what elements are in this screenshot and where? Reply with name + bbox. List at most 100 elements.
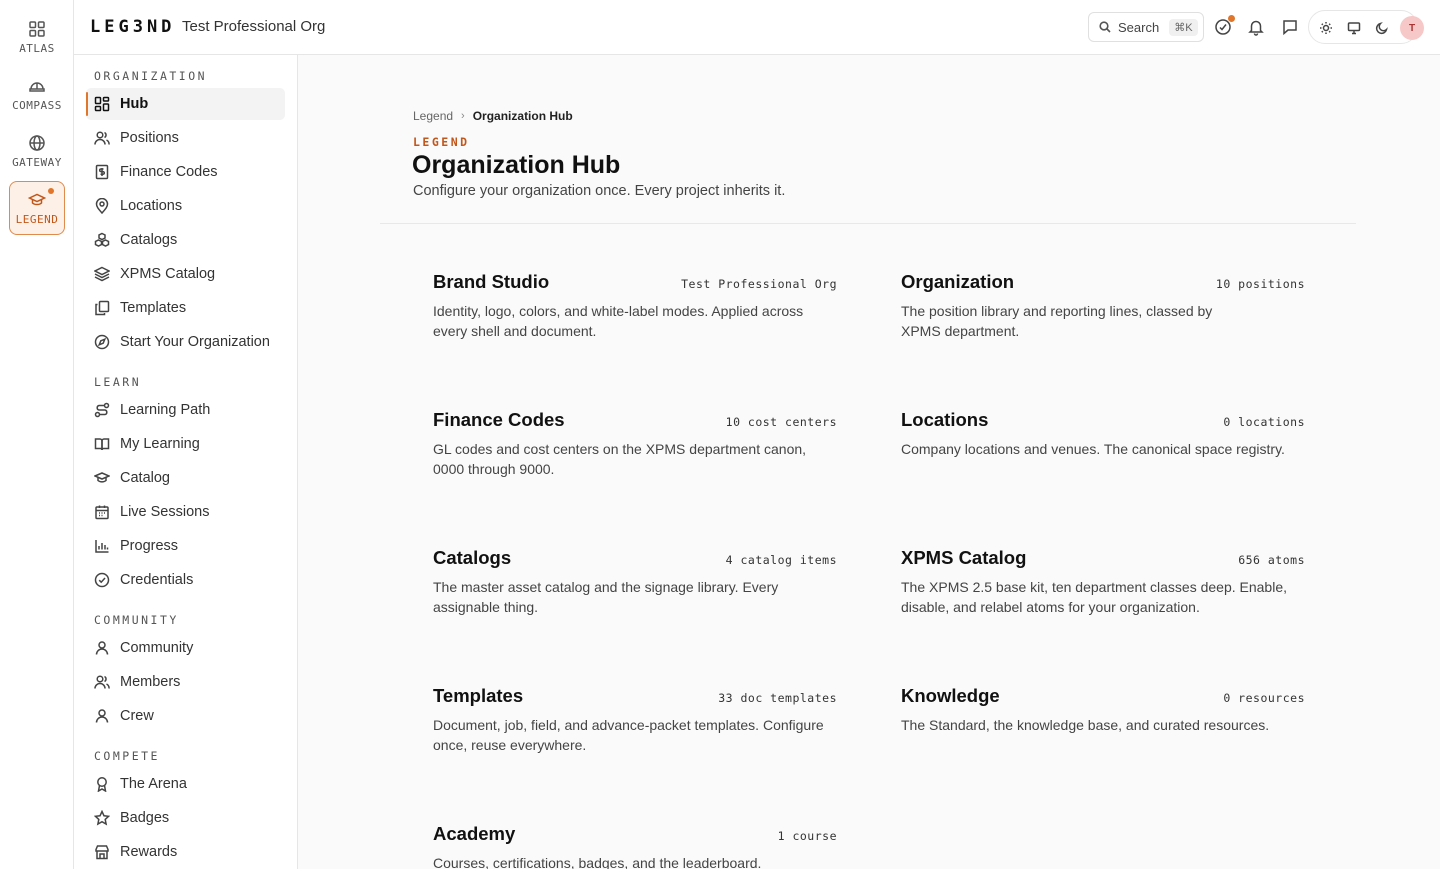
- sidebar-item-label: Locations: [120, 198, 183, 214]
- graduation-cap-icon: [94, 472, 110, 483]
- breadcrumb-current: Organization Hub: [472, 109, 573, 123]
- card-organization[interactable]: Organization 10 positions The position l…: [901, 271, 1305, 381]
- card-meta: 4 catalog items: [725, 553, 837, 567]
- monitor-icon: [1347, 22, 1361, 35]
- card-academy[interactable]: Academy 1 course Courses, certifications…: [433, 823, 837, 869]
- main-content: Legend › Organization Hub LEGEND Organiz…: [298, 55, 1440, 869]
- card-meta: 0 locations: [1223, 415, 1305, 429]
- card-templates[interactable]: Templates 33 doc templates Document, job…: [433, 685, 837, 795]
- sidebar-item-label: Badges: [120, 810, 170, 826]
- store-icon: [95, 845, 109, 860]
- card-description: Company locations and venues. The canoni…: [901, 441, 1285, 457]
- users-icon: [94, 675, 110, 689]
- app-rail: ATLAS COMPASS GATEWAY LEGEND: [0, 0, 74, 869]
- sidebar-item-xpms-catalog[interactable]: XPMS Catalog: [86, 258, 285, 290]
- sidebar-item-live-sessions[interactable]: Live Sessions: [86, 496, 285, 528]
- section-title-compete: COMPETE: [94, 749, 160, 763]
- dark-theme-button[interactable]: [1375, 20, 1389, 35]
- sidebar-item-templates[interactable]: Templates: [86, 292, 285, 324]
- sun-icon: [1320, 22, 1332, 34]
- card-knowledge[interactable]: Knowledge 0 resources The Standard, the …: [901, 685, 1305, 795]
- sidebar-item-crew[interactable]: Crew: [86, 700, 285, 732]
- rail-label: GATEWAY: [12, 155, 62, 169]
- card-title: XPMS Catalog: [901, 547, 1027, 568]
- rail-item-compass[interactable]: COMPASS: [9, 67, 65, 121]
- rail-item-legend[interactable]: LEGEND: [9, 181, 65, 235]
- rail-label: COMPASS: [12, 98, 62, 112]
- users-icon: [94, 131, 110, 145]
- section-title-learn: LEARN: [94, 375, 142, 389]
- card-xpms-catalog[interactable]: XPMS Catalog 656 atoms The XPMS 2.5 base…: [901, 547, 1305, 657]
- card-meta: 33 doc templates: [718, 691, 837, 705]
- breadcrumb-link[interactable]: Legend: [413, 109, 453, 123]
- sidebar-item-hub[interactable]: Hub: [86, 88, 285, 120]
- search-icon: [1099, 21, 1111, 33]
- sidebar-item-label: Members: [120, 674, 181, 690]
- section-title-organization: ORGANIZATION: [94, 69, 208, 83]
- user-icon: [95, 709, 109, 723]
- card-finance-codes[interactable]: Finance Codes 10 cost centers GL codes a…: [433, 409, 837, 519]
- card-locations[interactable]: Locations 0 locations Company locations …: [901, 409, 1305, 519]
- card-title: Academy: [433, 823, 516, 844]
- bar-chart-icon: [95, 540, 109, 553]
- sidebar-item-catalog[interactable]: Catalog: [86, 462, 285, 494]
- card-description: The Standard, the knowledge base, and cu…: [901, 717, 1270, 733]
- card-catalogs[interactable]: Catalogs 4 catalog items The master asse…: [433, 547, 837, 657]
- sidebar-item-finance-codes[interactable]: Finance Codes: [86, 156, 285, 188]
- card-meta: 10 positions: [1215, 277, 1305, 291]
- search-label: Search: [1118, 19, 1160, 35]
- sidebar-item-learning-path[interactable]: Learning Path: [86, 394, 285, 426]
- sidebar-item-rewards[interactable]: Rewards: [86, 836, 285, 868]
- light-theme-button[interactable]: [1319, 20, 1333, 34]
- sidebar-item-label: Progress: [120, 538, 179, 554]
- card-meta: Test Professional Org: [681, 277, 837, 291]
- top-header: LEG3ND Test Professional Org Search ⌘K T: [74, 0, 1440, 55]
- brand-logo[interactable]: LEG3ND: [90, 17, 175, 37]
- book-open-icon: [94, 438, 110, 451]
- sidebar-item-catalogs[interactable]: Catalogs: [86, 224, 285, 256]
- card-meta: 10 cost centers: [725, 415, 837, 429]
- sidebar-item-community[interactable]: Community: [86, 632, 285, 664]
- sidebar-item-label: Hub: [120, 96, 149, 112]
- activity-button[interactable]: [1214, 15, 1235, 36]
- sidebar-item-credentials[interactable]: Credentials: [86, 564, 285, 596]
- sidebar-item-label: Live Sessions: [120, 504, 210, 520]
- rail-item-atlas[interactable]: ATLAS: [9, 10, 65, 64]
- card-title: Organization: [901, 271, 1015, 292]
- sidebar-item-start-your-organization[interactable]: Start Your Organization: [86, 326, 285, 358]
- star-icon: [94, 810, 110, 826]
- sidebar-item-label: Templates: [120, 300, 187, 316]
- card-title: Catalogs: [433, 547, 512, 568]
- rail-label: ATLAS: [19, 41, 55, 55]
- user-avatar[interactable]: T: [1400, 16, 1424, 40]
- search-button[interactable]: Search ⌘K: [1088, 12, 1204, 42]
- sidebar-item-label: Community: [120, 640, 194, 656]
- bell-icon: [1248, 20, 1264, 36]
- rail-item-gateway[interactable]: GATEWAY: [9, 124, 65, 178]
- system-theme-button[interactable]: [1347, 20, 1361, 35]
- messages-button[interactable]: [1281, 18, 1299, 36]
- sidebar-item-label: Finance Codes: [120, 164, 218, 180]
- org-name[interactable]: Test Professional Org: [182, 18, 325, 35]
- sidebar-item-positions[interactable]: Positions: [86, 122, 285, 154]
- moon-icon: [1375, 22, 1388, 35]
- notifications-button[interactable]: [1247, 18, 1265, 36]
- user-icon: [95, 641, 109, 655]
- page-title: Organization Hub: [412, 151, 621, 179]
- map-pin-icon: [95, 198, 109, 214]
- sidebar-item-locations[interactable]: Locations: [86, 190, 285, 222]
- calendar-icon: [95, 505, 109, 520]
- sidebar-item-the-arena[interactable]: The Arena: [86, 768, 285, 800]
- globe-icon: [29, 134, 45, 151]
- chevron-right-icon: ›: [461, 110, 465, 122]
- sidebar-item-label: Positions: [120, 130, 179, 146]
- card-brand-studio[interactable]: Brand Studio Test Professional Org Ident…: [433, 271, 837, 381]
- sidebar-item-label: The Arena: [120, 776, 187, 792]
- sidebar-item-progress[interactable]: Progress: [86, 530, 285, 562]
- sidebar-item-label: Rewards: [120, 844, 178, 860]
- card-description: The XPMS 2.5 base kit, ten department cl…: [901, 579, 1287, 615]
- page-eyebrow: LEGEND: [413, 135, 470, 149]
- sidebar-item-badges[interactable]: Badges: [86, 802, 285, 834]
- sidebar-item-my-learning[interactable]: My Learning: [86, 428, 285, 460]
- sidebar-item-members[interactable]: Members: [86, 666, 285, 698]
